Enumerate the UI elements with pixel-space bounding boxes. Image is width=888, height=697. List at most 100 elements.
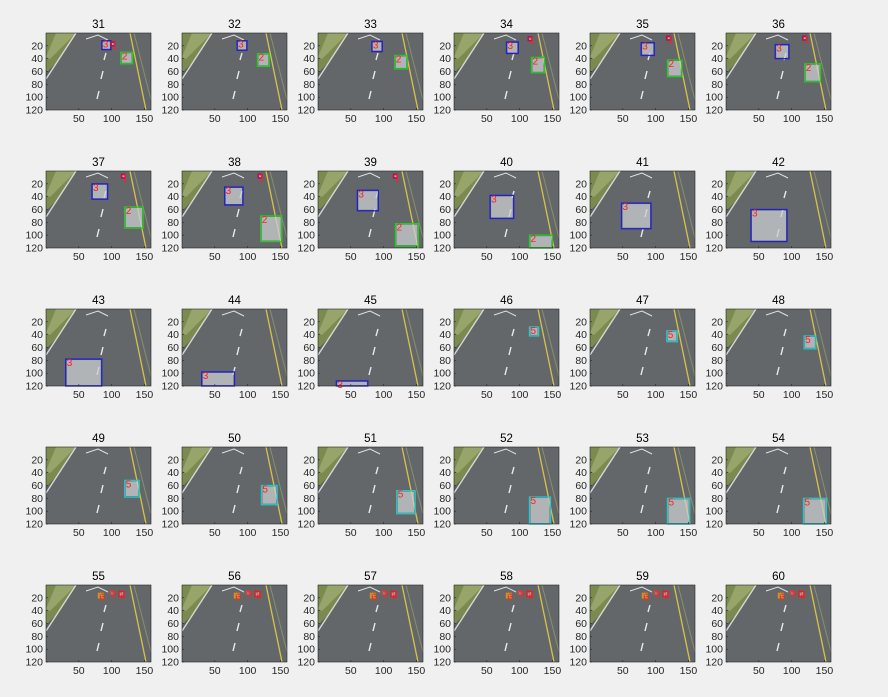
frame-image bbox=[590, 309, 695, 386]
x-tick-label: 100 bbox=[511, 251, 529, 263]
subplot-45: 3452040608010012050 100 150 bbox=[297, 295, 425, 401]
x-tick-label: 100 bbox=[239, 113, 257, 125]
bbox-label: 3 bbox=[358, 189, 364, 200]
subplot-53: 5532040608010012050 100 150 bbox=[569, 433, 697, 539]
y-tick-label: 60 bbox=[711, 66, 723, 78]
y-tick-label: 60 bbox=[439, 204, 451, 216]
bbox-label: 8 bbox=[256, 590, 262, 601]
x-tick-label: 150 bbox=[136, 251, 154, 263]
y-tick-label: 100 bbox=[161, 368, 179, 380]
y-tick-label: 20 bbox=[303, 454, 315, 466]
y-tick-label: 40 bbox=[31, 53, 43, 65]
x-tick-label: 150 bbox=[544, 113, 562, 125]
x-tick-label: 150 bbox=[544, 389, 562, 401]
y-tick-label: 20 bbox=[575, 40, 587, 52]
y-tick-label: 100 bbox=[297, 92, 315, 104]
y-tick-label: 20 bbox=[167, 316, 179, 328]
y-tick-label: 60 bbox=[31, 480, 43, 492]
x-tick-label: 100 bbox=[783, 527, 801, 539]
y-tick-label: 60 bbox=[439, 66, 451, 78]
bbox-label: 3 bbox=[238, 40, 244, 51]
y-tick-label: 40 bbox=[711, 53, 723, 65]
x-tick-label: 150 bbox=[272, 251, 290, 263]
y-tick-label: 60 bbox=[711, 342, 723, 354]
y-tick-label: 100 bbox=[161, 92, 179, 104]
y-tick-label: 40 bbox=[439, 53, 451, 65]
subplot-31: 321312040608010012050 100 150 bbox=[25, 19, 153, 125]
y-tick-label: 40 bbox=[575, 191, 587, 203]
y-tick-label: 120 bbox=[433, 243, 451, 255]
bbox-label: 7 bbox=[111, 590, 117, 601]
bbox-label: 2 bbox=[258, 53, 264, 64]
x-tick-label: 100 bbox=[511, 389, 529, 401]
y-tick-label: 40 bbox=[439, 467, 451, 479]
y-tick-label: 80 bbox=[167, 217, 179, 229]
y-tick-label: 100 bbox=[433, 506, 451, 518]
x-tick-label: 50 bbox=[209, 527, 221, 539]
y-tick-label: 20 bbox=[31, 454, 43, 466]
y-tick-label: 120 bbox=[569, 105, 587, 117]
subplot-40: 32402040608010012050 100 150 bbox=[433, 157, 561, 263]
y-tick-label: 60 bbox=[575, 204, 587, 216]
y-tick-label: 100 bbox=[569, 644, 587, 656]
subplot-title: 54 bbox=[772, 433, 785, 445]
bbox-label: 1 bbox=[112, 41, 118, 52]
y-tick-label: 80 bbox=[31, 217, 43, 229]
y-tick-label: 80 bbox=[575, 355, 587, 367]
y-tick-label: 120 bbox=[161, 657, 179, 669]
x-tick-label: 150 bbox=[136, 389, 154, 401]
y-tick-label: 40 bbox=[575, 605, 587, 617]
y-tick-label: 40 bbox=[439, 605, 451, 617]
x-tick-label: 100 bbox=[647, 389, 665, 401]
y-tick-label: 40 bbox=[167, 329, 179, 341]
bbox-label: 7 bbox=[519, 590, 525, 601]
subplot-41: 3412040608010012050 100 150 bbox=[569, 157, 697, 263]
bbox-label: 5 bbox=[668, 330, 674, 341]
y-tick-label: 100 bbox=[569, 92, 587, 104]
subplot-59: 6 7 8592040608010012050 100 150 bbox=[569, 571, 697, 677]
x-tick-label: 100 bbox=[783, 251, 801, 263]
y-tick-label: 100 bbox=[25, 644, 43, 656]
y-tick-label: 20 bbox=[31, 178, 43, 190]
y-tick-label: 100 bbox=[705, 368, 723, 380]
y-tick-label: 60 bbox=[303, 618, 315, 630]
y-tick-label: 60 bbox=[167, 342, 179, 354]
y-tick-label: 80 bbox=[303, 79, 315, 91]
y-tick-label: 20 bbox=[303, 592, 315, 604]
bbox-label: 2 bbox=[396, 54, 402, 65]
y-tick-label: 20 bbox=[575, 178, 587, 190]
y-tick-label: 60 bbox=[31, 204, 43, 216]
subplot-title: 38 bbox=[228, 157, 241, 169]
y-tick-label: 40 bbox=[167, 53, 179, 65]
y-tick-label: 120 bbox=[705, 105, 723, 117]
y-tick-label: 80 bbox=[303, 355, 315, 367]
y-tick-label: 100 bbox=[25, 230, 43, 242]
y-tick-label: 40 bbox=[167, 191, 179, 203]
subplot-title: 31 bbox=[92, 19, 105, 31]
frame-image bbox=[318, 309, 423, 386]
x-tick-label: 150 bbox=[680, 665, 698, 677]
y-tick-label: 80 bbox=[439, 631, 451, 643]
y-tick-label: 80 bbox=[439, 217, 451, 229]
x-tick-label: 50 bbox=[753, 527, 765, 539]
y-tick-label: 40 bbox=[711, 329, 723, 341]
y-tick-label: 80 bbox=[711, 79, 723, 91]
x-tick-label: 50 bbox=[753, 389, 765, 401]
x-tick-label: 100 bbox=[239, 251, 257, 263]
y-tick-label: 20 bbox=[711, 316, 723, 328]
x-tick-label: 50 bbox=[617, 665, 629, 677]
y-tick-label: 60 bbox=[439, 342, 451, 354]
x-tick-label: 150 bbox=[816, 527, 834, 539]
x-tick-label: 50 bbox=[481, 113, 493, 125]
x-tick-label: 100 bbox=[375, 389, 393, 401]
x-tick-label: 100 bbox=[511, 113, 529, 125]
y-tick-label: 20 bbox=[31, 592, 43, 604]
figure-window: 3 2 1 31 20 40 60 80 100 120 50 100 150 3 2 32 20 40 60 80 1… bbox=[0, 0, 888, 692]
bbox-label: 3 bbox=[203, 371, 209, 382]
y-tick-label: 60 bbox=[575, 480, 587, 492]
y-tick-label: 20 bbox=[439, 454, 451, 466]
x-tick-label: 100 bbox=[103, 389, 121, 401]
subplot-56: 6 7 8562040608010012050 100 150 bbox=[161, 571, 289, 677]
x-tick-label: 150 bbox=[816, 665, 834, 677]
y-tick-label: 100 bbox=[569, 506, 587, 518]
